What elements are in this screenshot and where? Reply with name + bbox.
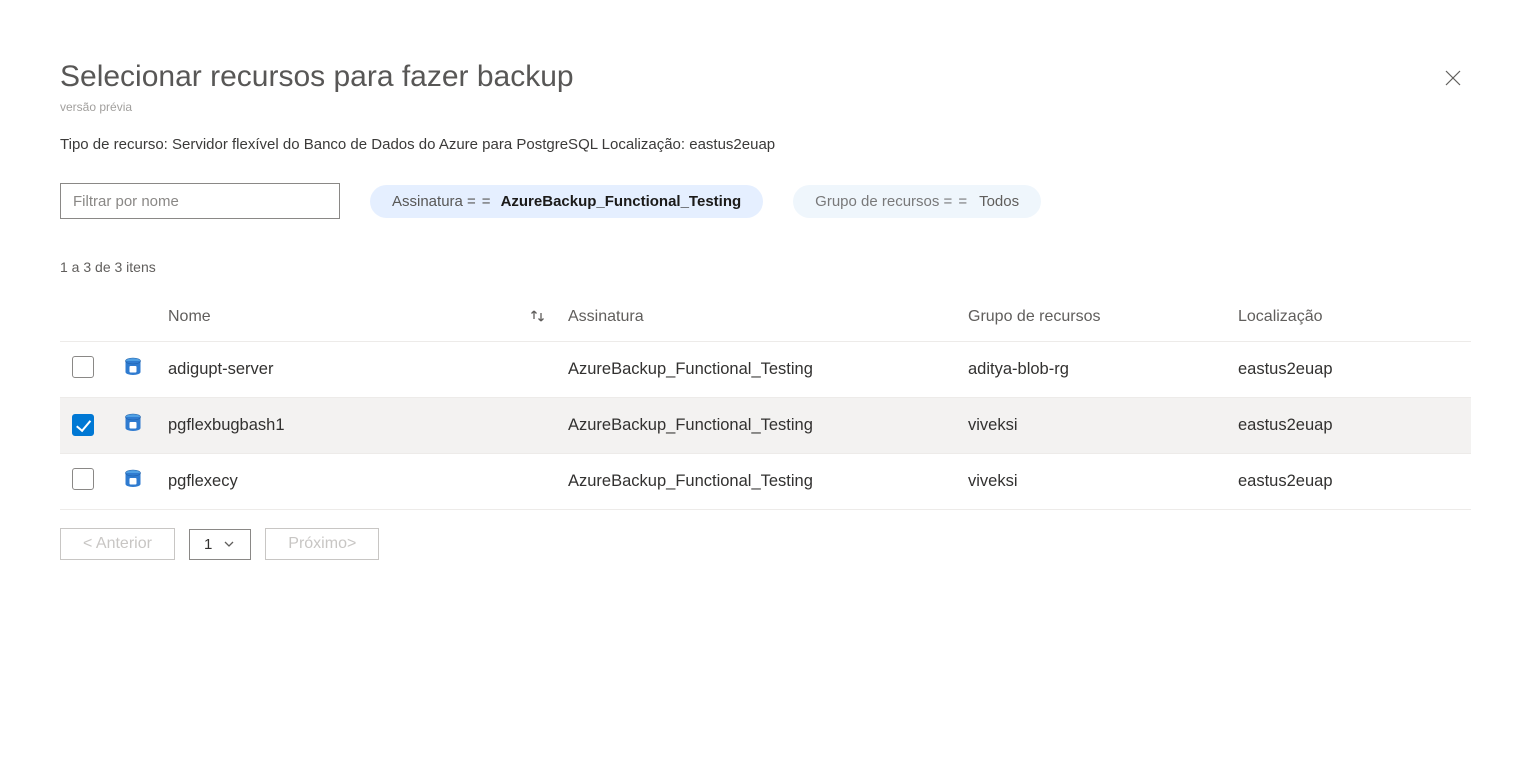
cell-subscription: AzureBackup_Functional_Testing [558,454,958,510]
resource-type-text: Tipo de recurso: Servidor flexível do Ba… [60,136,1471,153]
prev-page-button[interactable]: < Anterior [60,528,175,560]
database-icon [124,469,142,489]
page-number: 1 [204,536,212,553]
pill-label: Assinatura = [392,193,476,210]
resources-table: Nome Assinatura Grupo de recursos Locali… [60,293,1471,510]
cell-subscription: AzureBackup_Functional_Testing [558,398,958,454]
filter-pill-resourcegroup[interactable]: Grupo de recursos = = Todos [793,185,1041,218]
column-header-name[interactable]: Nome [168,308,211,326]
cell-location: eastus2euap [1228,454,1471,510]
page-select[interactable]: 1 [189,529,251,560]
pill-value: AzureBackup_Functional_Testing [501,193,742,210]
cell-resourcegroup: aditya-blob-rg [958,342,1228,398]
filter-pill-subscription[interactable]: Assinatura = = AzureBackup_Functional_Te… [370,185,763,218]
cell-resourcegroup: viveksi [958,398,1228,454]
page-title: Selecionar recursos para fazer backup [60,60,574,94]
column-header-location[interactable]: Localização [1228,293,1471,342]
chevron-down-icon [222,537,236,551]
close-button[interactable] [1435,60,1471,96]
preview-badge: versão prévia [60,100,1471,114]
database-icon [124,413,142,433]
pill-eq: = [482,193,491,210]
pill-eq: = [958,193,967,210]
filter-name-input[interactable] [60,183,340,219]
row-checkbox[interactable] [72,414,94,436]
item-count-text: 1 a 3 de 3 itens [60,259,1471,275]
cell-location: eastus2euap [1228,398,1471,454]
cell-subscription: AzureBackup_Functional_Testing [558,342,958,398]
cell-resourcegroup: viveksi [958,454,1228,510]
row-checkbox[interactable] [72,468,94,490]
column-header-subscription[interactable]: Assinatura [558,293,958,342]
pill-value: Todos [979,193,1019,210]
pill-label: Grupo de recursos = [815,193,952,210]
sort-icon[interactable] [528,307,548,327]
cell-name: pgflexbugbash1 [158,398,558,454]
cell-name: adigupt-server [158,342,558,398]
table-row[interactable]: pgflexecy AzureBackup_Functional_Testing… [60,454,1471,510]
table-row[interactable]: pgflexbugbash1 AzureBackup_Functional_Te… [60,398,1471,454]
row-checkbox[interactable] [72,356,94,378]
cell-location: eastus2euap [1228,342,1471,398]
close-icon [1443,68,1463,88]
cell-name: pgflexecy [158,454,558,510]
database-icon [124,357,142,377]
column-header-resourcegroup[interactable]: Grupo de recursos [958,293,1228,342]
table-row[interactable]: adigupt-server AzureBackup_Functional_Te… [60,342,1471,398]
next-page-button[interactable]: Próximo> [265,528,379,560]
